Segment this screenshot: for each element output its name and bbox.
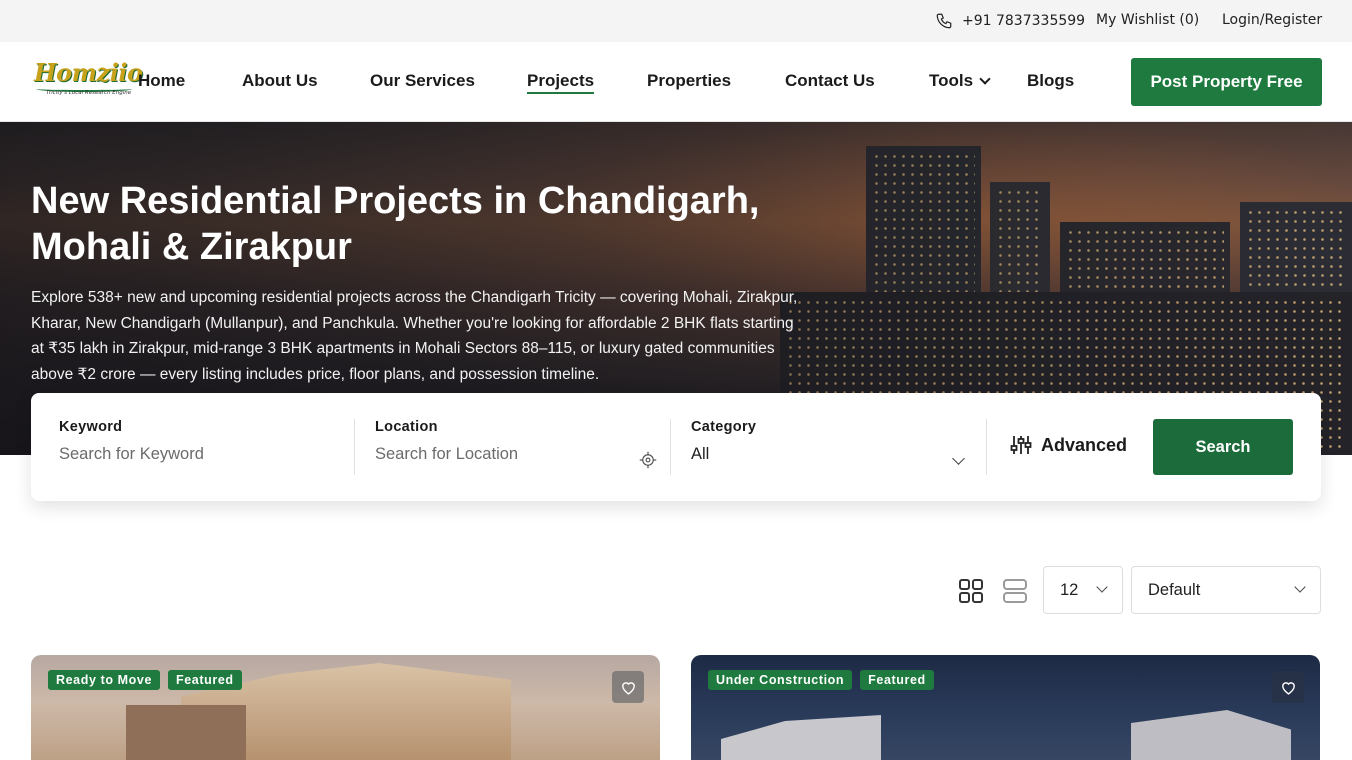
divider — [670, 419, 671, 475]
nav-projects[interactable]: Projects — [527, 71, 595, 94]
hero-description: Explore 538+ new and upcoming residentia… — [31, 289, 798, 383]
logo-tagline: Tricity's Local Research Engine — [46, 90, 132, 96]
per-page-select[interactable]: 12 — [1043, 566, 1123, 614]
per-page-value: 12 — [1060, 581, 1079, 599]
keyword-label: Keyword — [59, 419, 123, 435]
chevron-down-icon — [1294, 581, 1306, 593]
locate-icon[interactable] — [639, 451, 657, 469]
category-label: Category — [691, 419, 757, 435]
search-button[interactable]: Search — [1153, 419, 1293, 475]
nav-blogs[interactable]: Blogs — [1027, 71, 1074, 91]
keyword-input[interactable]: Search for Keyword — [59, 445, 339, 464]
phone-icon — [936, 13, 952, 29]
wishlist-link[interactable]: My Wishlist (0) — [1096, 12, 1199, 28]
project-card[interactable]: Under Construction Featured — [691, 655, 1320, 760]
card-image — [1131, 710, 1291, 760]
heart-icon — [1281, 681, 1295, 695]
grid-view-icon[interactable] — [958, 578, 984, 604]
nav-properties[interactable]: Properties — [647, 71, 731, 91]
top-bar: +91 7837335599 My Wishlist (0) Login/Reg… — [0, 0, 1352, 42]
card-badges: Under Construction Featured — [708, 670, 934, 690]
login-register-link[interactable]: Login/Register — [1222, 12, 1322, 28]
category-select[interactable]: Category All — [691, 419, 971, 475]
chevron-down-icon — [1096, 581, 1108, 593]
nav-home[interactable]: Home — [138, 71, 185, 91]
nav-tools[interactable]: Tools — [929, 71, 991, 91]
card-badges: Ready to Move Featured — [48, 670, 242, 690]
nav-our-services[interactable]: Our Services — [370, 71, 475, 91]
location-input[interactable]: Search for Location — [375, 445, 625, 464]
location-field[interactable]: Location Search for Location — [375, 419, 625, 475]
nav-tools-label: Tools — [929, 71, 974, 90]
page-title: New Residential Projects in Chandigarh, … — [31, 180, 760, 268]
sort-value: Default — [1148, 581, 1201, 599]
keyword-field[interactable]: Keyword Search for Keyword — [59, 419, 339, 475]
heart-icon — [621, 681, 635, 695]
location-label: Location — [375, 419, 438, 435]
main-header: Homziio Tricity's Local Research Engine … — [0, 42, 1352, 122]
category-value[interactable]: All — [691, 445, 971, 464]
chevron-down-icon — [979, 73, 991, 85]
phone-link[interactable]: +91 7837335599 — [935, 12, 1085, 30]
site-logo[interactable]: Homziio Tricity's Local Research Engine — [32, 58, 143, 104]
advanced-filter-button[interactable]: Advanced — [1009, 433, 1127, 457]
post-property-button[interactable]: Post Property Free — [1131, 58, 1322, 106]
search-form: Keyword Search for Keyword Location Sear… — [39, 393, 1313, 494]
wishlist-button[interactable] — [1272, 671, 1304, 703]
nav-about-us[interactable]: About Us — [242, 71, 318, 91]
status-badge: Ready to Move — [48, 670, 161, 690]
divider — [354, 419, 355, 475]
status-badge: Under Construction — [708, 670, 853, 690]
sort-select[interactable]: Default — [1131, 566, 1321, 614]
sliders-icon — [1010, 436, 1032, 454]
divider — [986, 419, 987, 475]
card-image — [126, 705, 246, 760]
project-card[interactable]: Ready to Move Featured — [31, 655, 660, 760]
list-view-icon[interactable] — [1002, 578, 1028, 604]
nav-contact-us[interactable]: Contact Us — [785, 71, 875, 91]
featured-badge: Featured — [860, 670, 934, 690]
featured-badge: Featured — [168, 670, 242, 690]
advanced-label: Advanced — [1041, 434, 1128, 455]
phone-number[interactable]: +91 7837335599 — [962, 13, 1085, 29]
wishlist-button[interactable] — [612, 671, 644, 703]
logo-wordmark: Homziio — [34, 58, 143, 87]
search-panel: Keyword Search for Keyword Location Sear… — [31, 393, 1321, 501]
card-image — [721, 715, 881, 760]
